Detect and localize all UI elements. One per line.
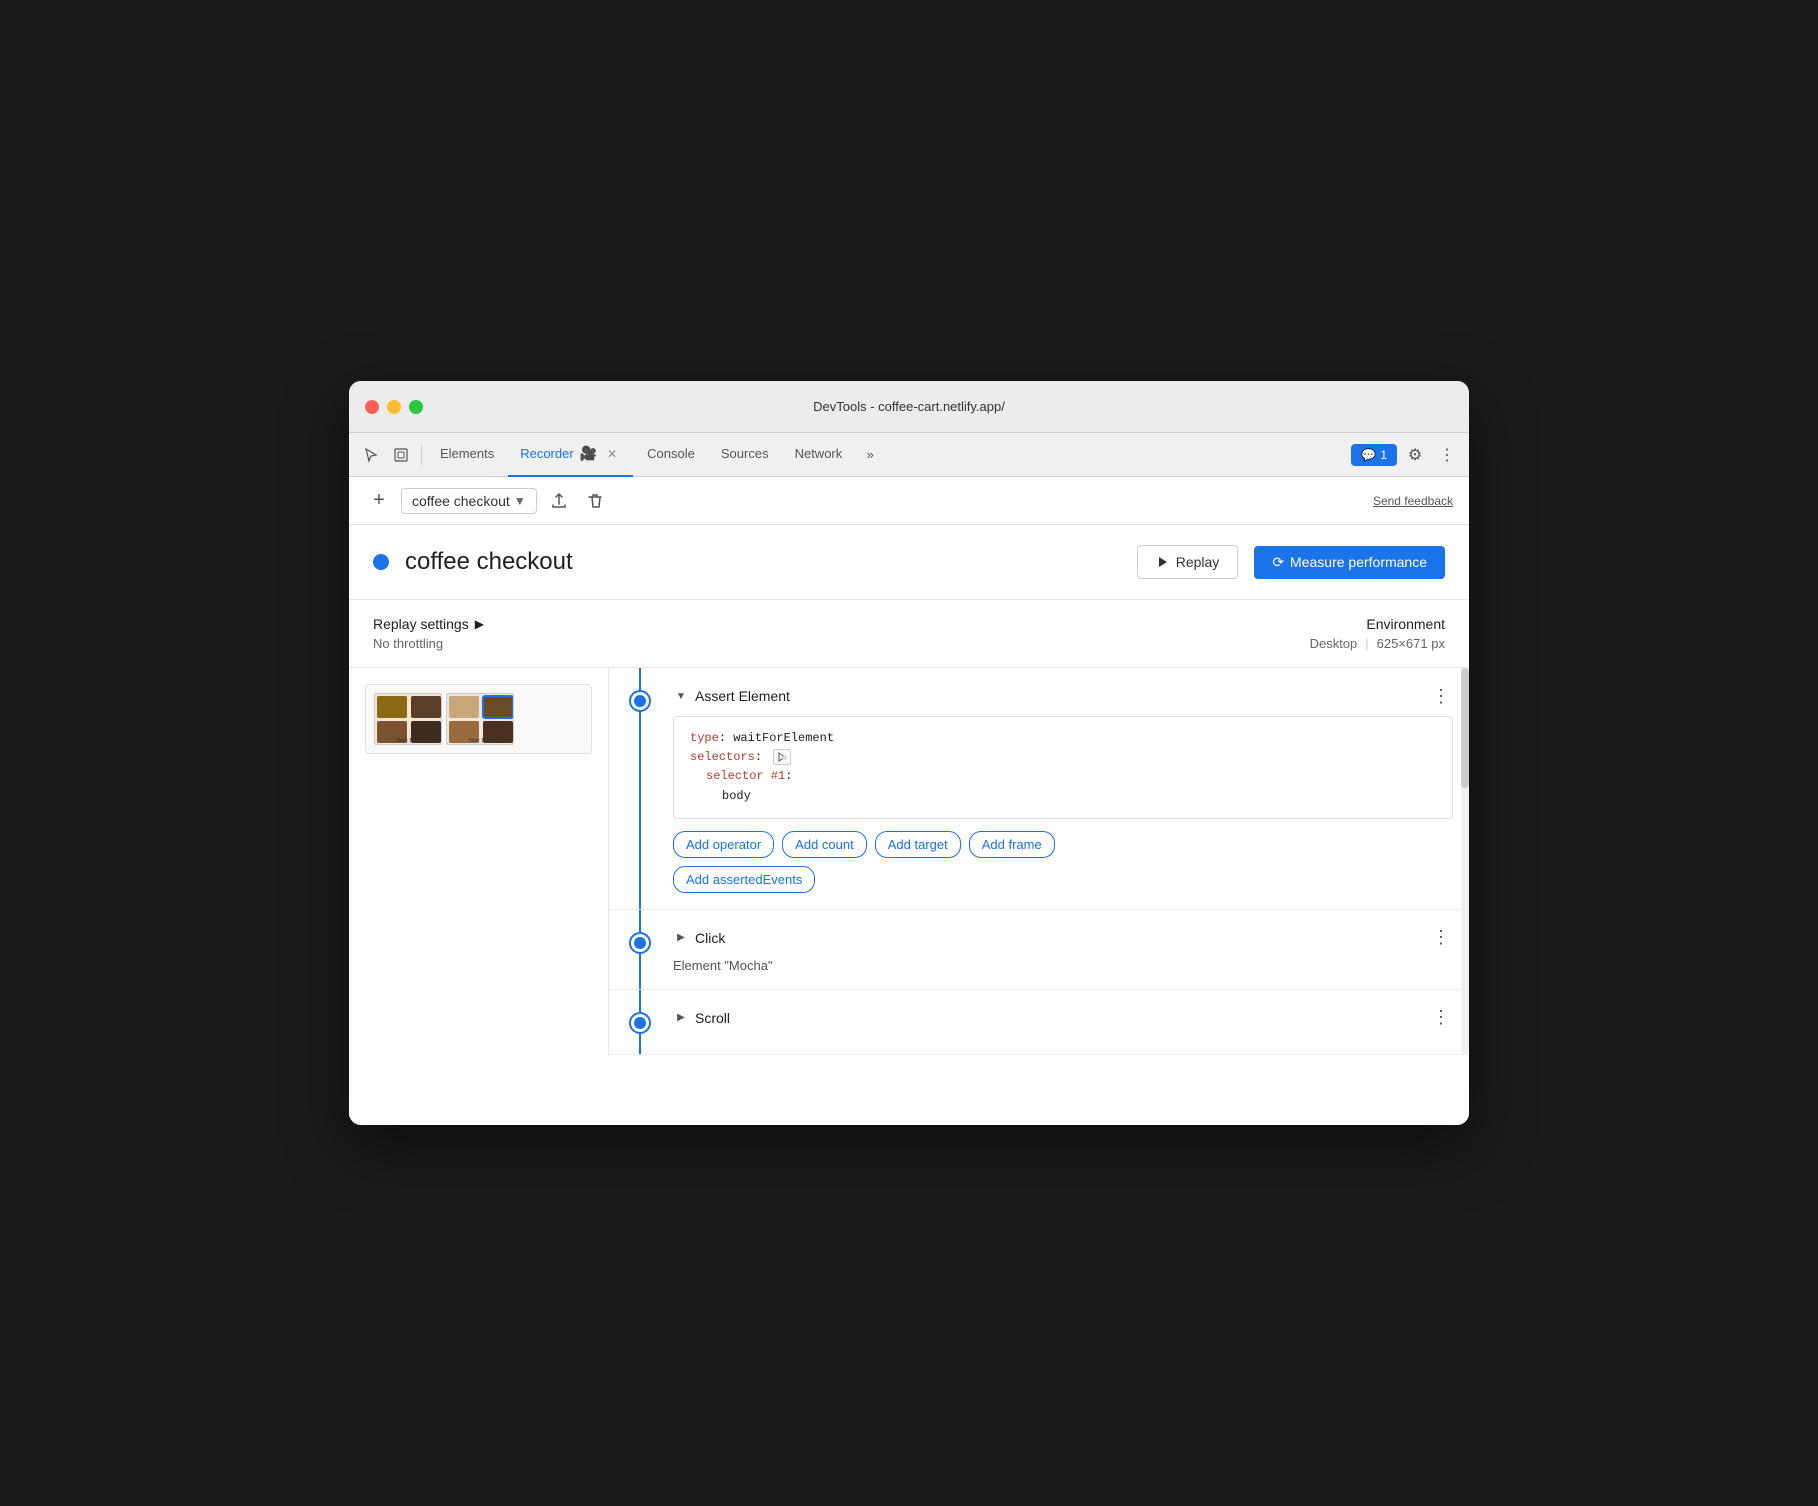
thumbnail-strip: Total: $0.00 Total: $0.00 [365, 684, 592, 754]
add-target-btn[interactable]: Add target [875, 831, 961, 858]
step-more-btn-1[interactable]: ⋮ [1429, 684, 1453, 708]
step-header-3: ▶ Scroll ⋮ [673, 1006, 1453, 1030]
main-content: coffee checkout Replay ⟳ Measure perform… [349, 525, 1469, 1125]
step-title-3: Scroll [695, 1010, 730, 1026]
add-recording-btn[interactable]: + [365, 487, 393, 515]
add-count-btn[interactable]: Add count [782, 831, 867, 858]
more-tabs-btn[interactable]: » [856, 441, 884, 469]
environment-title: Environment [1310, 616, 1445, 632]
svg-text:Total: $0.00: Total: $0.00 [468, 738, 494, 744]
separator [421, 445, 422, 465]
inspect-icon-btn[interactable] [387, 441, 415, 469]
tab-sources[interactable]: Sources [709, 433, 781, 477]
step-assert-element: ▼ Assert Element ⋮ type: waitForElement … [609, 668, 1469, 910]
add-frame-btn[interactable]: Add frame [969, 831, 1055, 858]
tab-close-icon[interactable]: ✕ [603, 445, 621, 463]
close-button[interactable] [365, 400, 379, 414]
recording-header: coffee checkout Replay ⟳ Measure perform… [349, 525, 1469, 600]
step-expand-btn-3[interactable]: ▶ [673, 1010, 689, 1026]
settings-bar: Replay settings ▶ No throttling Environm… [349, 600, 1469, 668]
resolution-label: 625×671 px [1377, 636, 1445, 651]
action-buttons-1b: Add assertedEvents [673, 866, 1453, 893]
step-click: ▶ Click ⋮ Element "Mocha" [609, 910, 1469, 990]
export-btn[interactable] [545, 487, 573, 515]
performance-icon: ⟳ [1272, 554, 1284, 571]
notification-btn[interactable]: 💬 1 [1351, 444, 1397, 466]
throttling-label: No throttling [373, 636, 484, 651]
chevron-right-icon: ▶ [475, 617, 484, 631]
step-title-row-3: ▶ Scroll [673, 1010, 730, 1026]
thumbnail-2: Total: $0.00 [446, 693, 514, 745]
devtools-window: DevTools - coffee-cart.netlify.app/ Elem… [349, 381, 1469, 1125]
replay-settings: Replay settings ▶ No throttling [373, 616, 484, 651]
tab-console[interactable]: Console [635, 433, 707, 477]
chat-icon: 💬 [1361, 448, 1376, 462]
step-header-2: ▶ Click ⋮ [673, 926, 1453, 950]
step-dot-3 [631, 1014, 649, 1032]
desktop-label: Desktop [1310, 636, 1358, 651]
recorder-icon: 🎥 [580, 445, 597, 462]
step-header-1: ▼ Assert Element ⋮ [673, 684, 1453, 708]
replay-settings-toggle[interactable]: Replay settings ▶ [373, 616, 484, 632]
action-buttons-1: Add operator Add count Add target Add fr… [673, 831, 1453, 858]
delete-btn[interactable] [581, 487, 609, 515]
traffic-lights [365, 400, 423, 414]
svg-text:Total: $0.00: Total: $0.00 [396, 738, 422, 744]
window-title: DevTools - coffee-cart.netlify.app/ [813, 399, 1005, 414]
toolbar-right: 💬 1 ⚙ ⋮ [1351, 441, 1461, 469]
add-operator-btn[interactable]: Add operator [673, 831, 774, 858]
step-title-2: Click [695, 930, 725, 946]
tab-recorder[interactable]: Recorder 🎥 ✕ [508, 433, 633, 477]
step-expand-btn-2[interactable]: ▶ [673, 930, 689, 946]
minimize-button[interactable] [387, 400, 401, 414]
step-subtitle-2: Element "Mocha" [673, 958, 1453, 973]
settings-btn[interactable]: ⚙ [1401, 441, 1429, 469]
recorder-toolbar: + coffee checkout ▼ Send feedback [349, 477, 1469, 525]
measure-performance-btn[interactable]: ⟳ Measure performance [1254, 546, 1445, 579]
step-dot-1 [631, 692, 649, 710]
steps-area: Total: $0.00 Total: $0.00 [349, 668, 1469, 1055]
environment-details: Desktop | 625×671 px [1310, 636, 1445, 651]
step-title-row-2: ▶ Click [673, 930, 725, 946]
step-more-btn-2[interactable]: ⋮ [1429, 926, 1453, 950]
selector-picker-icon[interactable] [773, 749, 791, 765]
recording-title: coffee checkout [405, 548, 1121, 576]
tab-network[interactable]: Network [783, 433, 855, 477]
scrollbar[interactable] [1461, 668, 1469, 1055]
step-more-btn-3[interactable]: ⋮ [1429, 1006, 1453, 1030]
add-asserted-events-btn[interactable]: Add assertedEvents [673, 866, 815, 893]
send-feedback-link[interactable]: Send feedback [1373, 494, 1453, 508]
environment-section: Environment Desktop | 625×671 px [1310, 616, 1445, 651]
thumbnail-sidebar: Total: $0.00 Total: $0.00 [349, 668, 609, 1055]
maximize-button[interactable] [409, 400, 423, 414]
step-title-row-1: ▼ Assert Element [673, 688, 790, 704]
step-collapse-btn-1[interactable]: ▼ [673, 688, 689, 704]
tab-elements[interactable]: Elements [428, 433, 506, 477]
cursor-icon-btn[interactable] [357, 441, 385, 469]
recording-selector[interactable]: coffee checkout ▼ [401, 488, 537, 514]
chevron-down-icon: ▼ [514, 494, 526, 508]
code-block-1: type: waitForElement selectors: selector… [673, 716, 1453, 819]
thumbnail-1: Total: $0.00 [374, 693, 442, 745]
step-title-1: Assert Element [695, 688, 790, 704]
replay-btn[interactable]: Replay [1137, 545, 1239, 579]
separator: | [1365, 636, 1368, 651]
play-icon [1156, 555, 1170, 569]
step-scroll: ▶ Scroll ⋮ [609, 990, 1469, 1055]
scrollbar-thumb [1461, 668, 1469, 788]
recording-status-dot [373, 554, 389, 570]
devtools-toolbar: Elements Recorder 🎥 ✕ Console Sources Ne… [349, 433, 1469, 477]
more-options-btn[interactable]: ⋮ [1433, 441, 1461, 469]
steps-list: ▼ Assert Element ⋮ type: waitForElement … [609, 668, 1469, 1055]
step-dot-2 [631, 934, 649, 952]
title-bar: DevTools - coffee-cart.netlify.app/ [349, 381, 1469, 433]
